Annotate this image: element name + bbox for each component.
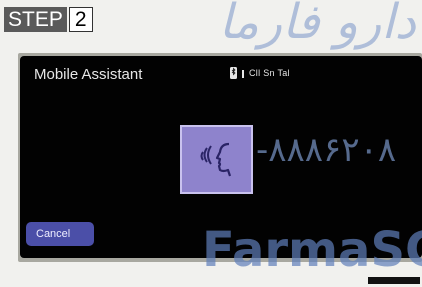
- phone-status-bar: Cll Sn Tal: [230, 67, 290, 79]
- image-code-label: [368, 277, 420, 284]
- step-label: STEP 2: [4, 7, 93, 32]
- watermark-phone: -۸۸۸۶۲۰۸: [256, 130, 397, 170]
- bluetooth-icon: [230, 67, 237, 79]
- signal-icon: [242, 70, 244, 78]
- step-word: STEP: [4, 7, 67, 32]
- status-text: Cll Sn Tal: [249, 68, 290, 78]
- cancel-label: Cancel: [36, 228, 71, 240]
- screen-title: Mobile Assistant: [34, 66, 143, 83]
- voice-command-icon: [200, 142, 231, 176]
- watermark-top: دارو فارما: [218, 0, 416, 50]
- voice-command-button[interactable]: [180, 125, 253, 194]
- step-number: 2: [68, 7, 93, 32]
- cancel-button[interactable]: Cancel: [26, 222, 94, 246]
- watermark-brand: FarmaSC: [202, 222, 422, 278]
